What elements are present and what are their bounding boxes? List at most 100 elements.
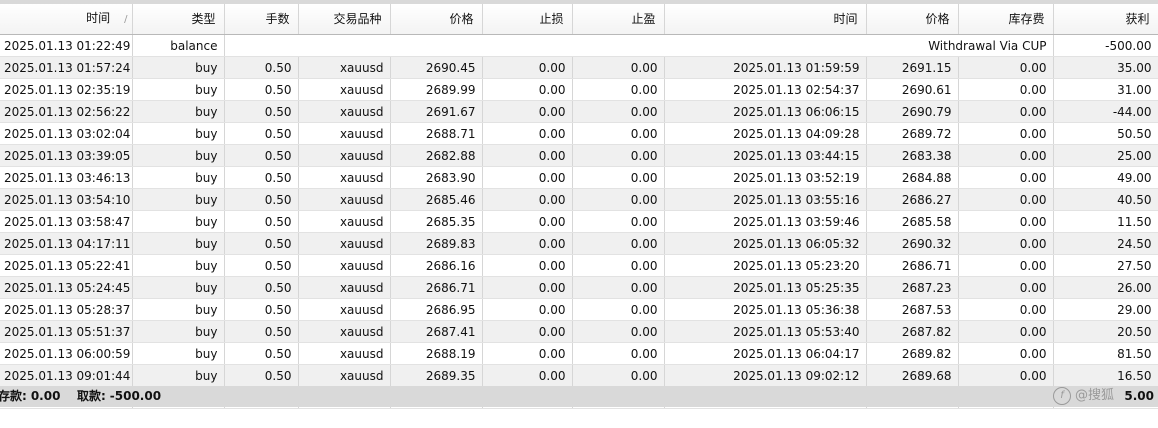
table-row[interactable]: 2025.01.13 01:57:24 buy 0.50 xauusd 2690.45 0… <box>0 56 1158 79</box>
cell-symbol: xauusd <box>298 100 391 123</box>
cell-swap: 0.00 <box>958 320 1054 343</box>
table-row[interactable]: 2025.01.13 02:35:19 buy 0.50 xauusd 2689.99 0… <box>0 78 1158 101</box>
cell-time-close: 2025.01.13 06:06:15 <box>664 100 867 123</box>
cell-time-open: 2025.01.13 05:28:37 <box>0 298 133 321</box>
cell-volume: 0.50 <box>224 144 299 167</box>
column-header-type[interactable]: 类型 <box>132 0 225 35</box>
cell-time-open: 2025.01.13 05:51:37 <box>0 320 133 343</box>
table-row[interactable]: 2025.01.13 05:51:37 buy 0.50 xauusd 2687.41 0… <box>0 320 1158 343</box>
totals-summary: 存款: 0.00 取款: -500.00 <box>0 386 165 407</box>
column-header-profit[interactable]: 获利 <box>1053 0 1158 35</box>
column-header-label: 库存费 <box>1008 12 1045 26</box>
cell-volume: 0.50 <box>224 100 299 123</box>
cell-type: buy <box>132 364 225 387</box>
cell-price-open: 2688.71 <box>390 122 483 145</box>
column-header-label: 手数 <box>265 12 290 26</box>
cell-price-open: 2689.35 <box>390 364 483 387</box>
cell-type: buy <box>132 78 225 101</box>
cell-volume: 0.50 <box>224 276 299 299</box>
cell-symbol: xauusd <box>298 232 391 255</box>
column-header-take-profit[interactable]: 止盈 <box>572 0 665 35</box>
cell-time-close: 2025.01.13 05:36:38 <box>664 298 867 321</box>
cell-time-open: 2025.01.13 03:46:13 <box>0 166 133 189</box>
table-row[interactable]: 2025.01.13 05:28:37 buy 0.50 xauusd 2686.95 0… <box>0 298 1158 321</box>
withdraw-value: -500.00 <box>109 389 162 403</box>
cell-stop-loss: 0.00 <box>482 210 573 233</box>
column-header-swap[interactable]: 库存费 <box>958 0 1054 35</box>
cell-volume: 0.50 <box>224 364 299 387</box>
cell-type: buy <box>132 298 225 321</box>
cell-stop-loss: 0.00 <box>482 364 573 387</box>
cell-price-open: 2686.71 <box>390 276 483 299</box>
column-header-price-open[interactable]: 价格 <box>390 0 483 35</box>
cell-type: buy <box>132 122 225 145</box>
cell-profit: 24.50 <box>1053 232 1158 255</box>
cell-stop-loss: 0.00 <box>482 232 573 255</box>
table-row[interactable]: 2025.01.13 09:01:44 buy 0.50 xauusd 2689.35 0… <box>0 364 1158 387</box>
cell-symbol: xauusd <box>298 276 391 299</box>
cell-price-open: 2686.95 <box>390 298 483 321</box>
cell-time-open: 2025.01.13 02:56:22 <box>0 100 133 123</box>
cell-price-close: 2683.38 <box>866 144 959 167</box>
cell-time-close: 2025.01.13 01:59:59 <box>664 56 867 79</box>
cell-take-profit: 0.00 <box>572 100 665 123</box>
cell-stop-loss: 0.00 <box>482 254 573 277</box>
column-header-label: 价格 <box>925 12 950 26</box>
trade-history-table-container: 时间 / 类型 手数 交易品种 价格 止损 止盈 时间 价格 库存费 获利 2025.01.13 01… <box>0 0 1158 409</box>
cell-profit: 31.00 <box>1053 78 1158 101</box>
cell-price-close: 2691.15 <box>866 56 959 79</box>
cell-volume: 0.50 <box>224 320 299 343</box>
cell-time-close: 2025.01.13 06:05:32 <box>664 232 867 255</box>
cell-profit: 20.50 <box>1053 320 1158 343</box>
table-row[interactable]: 2025.01.13 02:56:22 buy 0.50 xauusd 2691.67 0… <box>0 100 1158 123</box>
cell-take-profit: 0.00 <box>572 342 665 365</box>
cell-swap: 0.00 <box>958 276 1054 299</box>
cell-price-close: 2687.23 <box>866 276 959 299</box>
table-row[interactable]: 2025.01.13 05:24:45 buy 0.50 xauusd 2686.71 0… <box>0 276 1158 299</box>
cell-swap: 0.00 <box>958 364 1054 387</box>
column-header-price-close[interactable]: 价格 <box>866 0 959 35</box>
column-header-label: 时间 <box>833 12 858 26</box>
cell-volume: 0.50 <box>224 166 299 189</box>
cell-stop-loss: 0.00 <box>482 276 573 299</box>
table-row[interactable]: 2025.01.13 03:46:13 buy 0.50 xauusd 2683.90 0… <box>0 166 1158 189</box>
cell-time-close: 2025.01.13 04:09:28 <box>664 122 867 145</box>
cell-profit: 81.50 <box>1053 342 1158 365</box>
cell-price-open: 2682.88 <box>390 144 483 167</box>
cell-profit: 40.50 <box>1053 188 1158 211</box>
cell-type: buy <box>132 254 225 277</box>
sohu-logo-icon: f <box>1052 386 1071 405</box>
cell-time-close: 2025.01.13 06:04:17 <box>664 342 867 365</box>
table-row[interactable]: 2025.01.13 03:58:47 buy 0.50 xauusd 2685.35 0… <box>0 210 1158 233</box>
cell-take-profit: 0.00 <box>572 320 665 343</box>
cell-swap: 0.00 <box>958 342 1054 365</box>
cell-take-profit: 0.00 <box>572 78 665 101</box>
cell-type: buy <box>132 144 225 167</box>
balance-row[interactable]: 2025.01.13 01:22:49 balance Withdrawal V… <box>0 34 1158 57</box>
column-header-time-open[interactable]: 时间 / <box>0 0 133 35</box>
cell-type: buy <box>132 276 225 299</box>
cell-stop-loss: 0.00 <box>482 122 573 145</box>
cell-symbol: xauusd <box>298 210 391 233</box>
column-header-symbol[interactable]: 交易品种 <box>298 0 391 35</box>
table-row[interactable]: 2025.01.13 05:22:41 buy 0.50 xauusd 2686.16 0… <box>0 254 1158 277</box>
cell-time-close: 2025.01.13 09:02:12 <box>664 364 867 387</box>
column-header-time-close[interactable]: 时间 <box>664 0 867 35</box>
column-header-volume[interactable]: 手数 <box>224 0 299 35</box>
table-row[interactable]: 2025.01.13 03:39:05 buy 0.50 xauusd 2682.88 0… <box>0 144 1158 167</box>
cell-type: buy <box>132 342 225 365</box>
table-row[interactable]: 2025.01.13 04:17:11 buy 0.50 xauusd 2689.83 0… <box>0 232 1158 255</box>
cell-volume: 0.50 <box>224 78 299 101</box>
cell-time-close: 2025.01.13 02:54:37 <box>664 78 867 101</box>
cell-price-open: 2691.67 <box>390 100 483 123</box>
cell-swap: 0.00 <box>958 210 1054 233</box>
table-row[interactable]: 2025.01.13 06:00:59 buy 0.50 xauusd 2688.19 0… <box>0 342 1158 365</box>
cell-price-open: 2686.16 <box>390 254 483 277</box>
cell-type: buy <box>132 210 225 233</box>
cell-price-close: 2689.72 <box>866 122 959 145</box>
cell-swap: 0.00 <box>958 232 1054 255</box>
column-header-stop-loss[interactable]: 止损 <box>482 0 573 35</box>
table-row[interactable]: 2025.01.13 03:02:04 buy 0.50 xauusd 2688.71 0… <box>0 122 1158 145</box>
cell-type: buy <box>132 188 225 211</box>
table-row[interactable]: 2025.01.13 03:54:10 buy 0.50 xauusd 2685.46 0… <box>0 188 1158 211</box>
